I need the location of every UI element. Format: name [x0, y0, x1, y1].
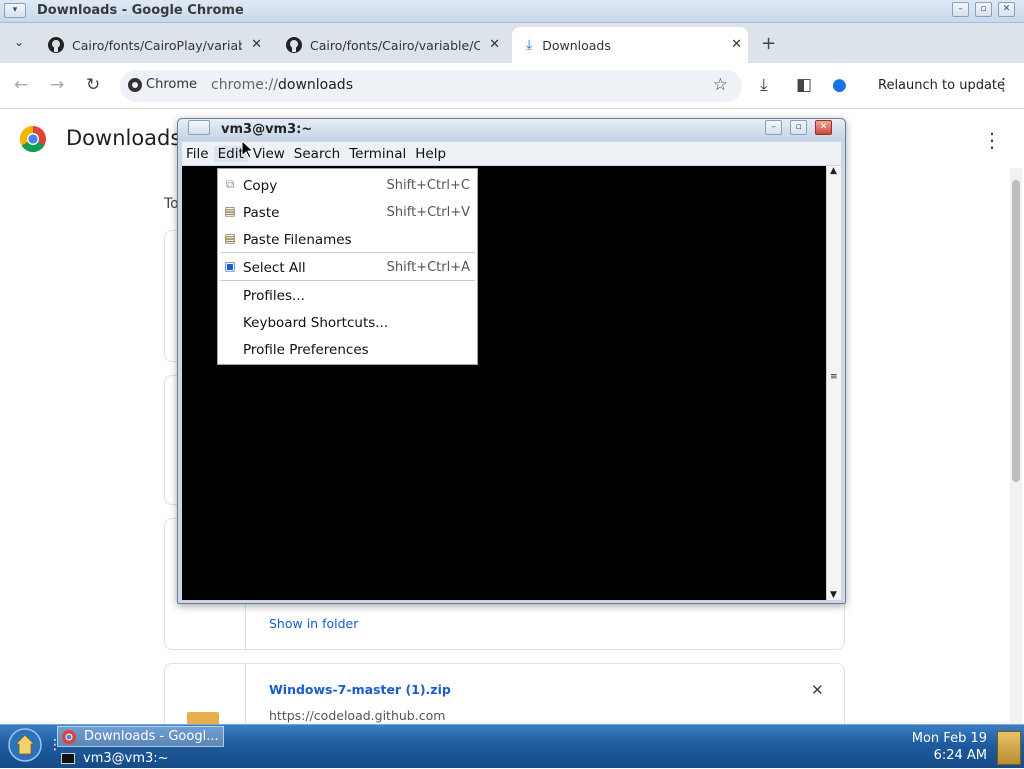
tab-label: Cairo/fonts/Cairo/variable/Ca [310, 37, 480, 53]
menu-help[interactable]: Help [411, 146, 450, 162]
scrollbar-thumb[interactable] [1012, 180, 1020, 482]
close-tab-icon[interactable]: ✕ [251, 37, 262, 52]
page-title: Downloads [66, 126, 182, 150]
terminal-menubar: File Edit View Search Terminal Help [182, 142, 841, 165]
menu-item-paste-filenames[interactable]: ▤ Paste Filenames [218, 226, 477, 252]
select-all-icon: ▣ [224, 259, 236, 273]
close-tab-icon[interactable]: ✕ [489, 37, 500, 52]
copy-icon: ⧉ [225, 177, 235, 191]
menu-item-select-all[interactable]: ▣ Select All Shift+Ctrl+A [218, 254, 477, 280]
task-chrome[interactable]: Downloads - Googl... [57, 726, 224, 747]
paste-icon: ▤ [224, 231, 236, 245]
browser-toolbar: ← → ↻ Chrome chrome://downloads ☆ ⤓ ◧ ● … [0, 63, 1024, 109]
menu-separator [220, 280, 475, 281]
edit-menu-dropdown: ⧉ Copy Shift+Ctrl+C ▤ Paste Shift+Ctrl+V… [217, 168, 478, 365]
menu-item-keyboard-shortcuts[interactable]: Keyboard Shortcuts... [218, 309, 477, 335]
terminal-close-button[interactable]: ✕ [815, 120, 832, 135]
terminal-maximize-button[interactable]: ▫ [790, 120, 807, 135]
window-title: Downloads - Google Chrome [37, 3, 244, 18]
scroll-down-icon[interactable]: ▼ [830, 590, 837, 600]
task-label: Downloads - Googl... [84, 729, 219, 744]
menu-view[interactable]: View [249, 146, 289, 162]
scroll-grip-icon[interactable]: ≡ [830, 372, 838, 382]
tab-strip: ⌄ Cairo/fonts/CairoPlay/variable ✕ Cairo… [0, 23, 1024, 63]
download-icon: ⤓ [526, 37, 533, 53]
chrome-menu-icon[interactable]: ⋮ [995, 75, 1012, 95]
tab-downloads[interactable]: ⤓ Downloads ✕ [512, 27, 748, 63]
tab-label: Downloads [542, 37, 611, 53]
close-tab-icon[interactable]: ✕ [731, 37, 742, 52]
paste-icon: ▤ [224, 204, 236, 218]
new-tab-button[interactable]: + [761, 33, 776, 54]
url-text: chrome://downloads [211, 77, 353, 93]
system-clock[interactable]: Mon Feb 19 6:24 AM [912, 730, 987, 764]
chrome-icon [128, 77, 142, 92]
window-menu-button[interactable]: ▾ [4, 3, 26, 18]
terminal-title: vm3@vm3:~ [221, 122, 313, 137]
page-scrollbar[interactable] [1010, 168, 1022, 724]
taskbar: ⋮ Downloads - Googl... vm3@vm3:~ Mon Feb… [0, 724, 1024, 768]
download-card: Windows-7-master (1).zip https://codeloa… [164, 663, 845, 734]
clock-time: 6:24 AM [933, 748, 987, 763]
downloads-icon[interactable]: ⤓ [760, 75, 768, 95]
bookmark-star-icon[interactable]: ☆ [713, 75, 728, 95]
relaunch-button[interactable]: Relaunch to update [878, 78, 1005, 93]
menu-item-copy[interactable]: ⧉ Copy Shift+Ctrl+C [218, 172, 477, 198]
chrome-logo-icon [20, 126, 46, 152]
menu-terminal[interactable]: Terminal [345, 146, 410, 162]
github-icon [286, 37, 302, 53]
remove-download-icon[interactable]: ✕ [811, 681, 824, 699]
scroll-up-icon[interactable]: ▲ [830, 166, 837, 176]
menu-file[interactable]: File [182, 146, 213, 162]
chrome-titlebar: ▾ Downloads - Google Chrome – ▫ ✕ [0, 0, 1024, 23]
forward-icon[interactable]: → [50, 75, 64, 95]
task-label: vm3@vm3:~ [83, 751, 169, 766]
terminal-icon [61, 753, 75, 764]
task-terminal[interactable]: vm3@vm3:~ [57, 748, 224, 769]
start-menu-icon[interactable] [8, 728, 42, 762]
download-filename-link[interactable]: Windows-7-master (1).zip [269, 682, 451, 697]
maximize-button[interactable]: ▫ [975, 2, 992, 17]
download-source: https://codeload.github.com [269, 708, 446, 723]
side-panel-icon[interactable]: ◧ [796, 75, 812, 95]
tab-cairoplay[interactable]: Cairo/fonts/CairoPlay/variable ✕ [40, 27, 268, 63]
tab-search-icon[interactable]: ⌄ [14, 35, 24, 49]
chrome-icon [62, 729, 76, 744]
page-menu-icon[interactable]: ⋮ [982, 128, 1002, 152]
show-desktop-icon[interactable] [997, 731, 1021, 765]
omnibox[interactable]: Chrome chrome://downloads ☆ [120, 70, 742, 102]
tab-label: Cairo/fonts/CairoPlay/variable [72, 37, 242, 53]
terminal-titlebar[interactable]: vm3@vm3:~ – ▫ ✕ [178, 119, 845, 141]
show-in-folder-link[interactable]: Show in folder [269, 616, 358, 631]
menu-item-profile-preferences[interactable]: Profile Preferences [218, 336, 477, 362]
reload-icon[interactable]: ↻ [86, 75, 100, 95]
back-icon[interactable]: ← [14, 75, 28, 95]
profile-icon[interactable]: ● [832, 75, 847, 95]
menu-item-paste[interactable]: ▤ Paste Shift+Ctrl+V [218, 199, 477, 225]
tab-cairo[interactable]: Cairo/fonts/Cairo/variable/Ca ✕ [278, 27, 506, 63]
terminal-window-menu[interactable] [188, 120, 210, 135]
terminal-scrollbar[interactable]: ▲ ≡ ▼ [826, 166, 841, 600]
site-chip[interactable]: Chrome [128, 77, 197, 92]
minimize-button[interactable]: – [952, 2, 969, 17]
menu-search[interactable]: Search [290, 146, 344, 162]
menu-separator [220, 252, 475, 253]
menu-item-profiles[interactable]: Profiles... [218, 282, 477, 308]
clock-date: Mon Feb 19 [911, 731, 987, 746]
site-chip-label: Chrome [146, 77, 197, 92]
terminal-minimize-button[interactable]: – [765, 120, 782, 135]
close-window-button[interactable]: ✕ [998, 2, 1015, 17]
mouse-cursor-icon [242, 141, 254, 159]
github-icon [48, 37, 64, 53]
